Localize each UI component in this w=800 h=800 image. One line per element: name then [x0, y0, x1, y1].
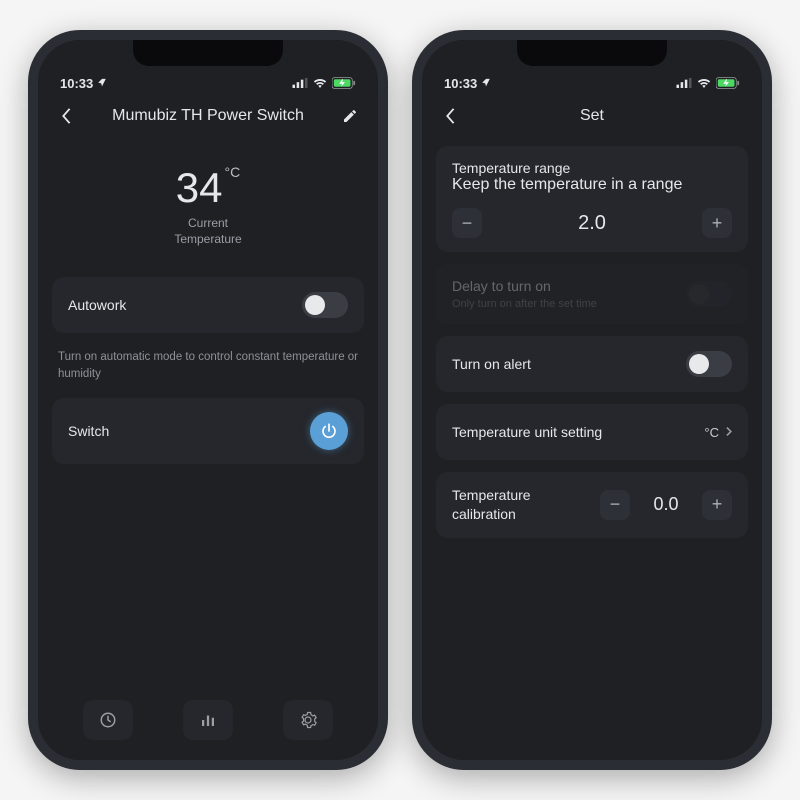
page-title: Mumubiz TH Power Switch	[80, 107, 336, 125]
edit-button[interactable]	[336, 102, 364, 130]
phone-left: 10:33 Mumubiz TH Power	[28, 30, 388, 770]
current-temperature: 34°C Current Temperature	[52, 164, 364, 247]
status-time: 10:33	[60, 76, 93, 91]
battery-icon	[332, 77, 356, 89]
tab-stats[interactable]	[183, 700, 233, 740]
calibration-label: Temperature calibration	[452, 486, 562, 524]
range-plus-button[interactable]: +	[702, 208, 732, 238]
autowork-toggle[interactable]	[302, 292, 348, 318]
notch	[133, 40, 283, 66]
wifi-icon	[313, 76, 327, 91]
tab-clock[interactable]	[83, 700, 133, 740]
delay-toggle	[686, 281, 732, 307]
signal-icon	[292, 78, 308, 88]
unit-setting-card[interactable]: Temperature unit setting °C	[436, 404, 748, 460]
status-bar: 10:33	[38, 72, 378, 94]
temperature-value: 34	[176, 164, 223, 212]
delay-label: Delay to turn on	[452, 278, 686, 294]
delay-card: Delay to turn on Only turn on after the …	[436, 264, 748, 324]
calib-minus-button[interactable]: −	[600, 490, 630, 520]
autowork-row: Autowork	[52, 277, 364, 333]
autowork-description: Turn on automatic mode to control consta…	[52, 345, 364, 398]
location-icon	[481, 78, 491, 88]
switch-label: Switch	[68, 423, 109, 439]
range-value: 2.0	[570, 212, 614, 235]
battery-icon	[716, 77, 740, 89]
calibration-card: Temperature calibration − 0.0 +	[436, 472, 748, 538]
signal-icon	[676, 78, 692, 88]
back-button[interactable]	[52, 102, 80, 130]
alert-toggle[interactable]	[686, 351, 732, 377]
unit-value: °C	[704, 425, 719, 440]
switch-row: Switch	[52, 398, 364, 464]
phone-right: 10:33 Set	[412, 30, 772, 770]
temperature-unit: °C	[225, 164, 241, 180]
status-time: 10:33	[444, 76, 477, 91]
power-button[interactable]	[310, 412, 348, 450]
header: Set	[422, 94, 762, 138]
back-button[interactable]	[436, 102, 464, 130]
location-icon	[97, 78, 107, 88]
wifi-icon	[697, 76, 711, 91]
alert-label: Turn on alert	[452, 356, 531, 372]
calib-plus-button[interactable]: +	[702, 490, 732, 520]
calibration-value: 0.0	[644, 494, 688, 515]
alert-card: Turn on alert	[436, 336, 748, 392]
temperature-range-card: Temperature range Keep the temperature i…	[436, 146, 748, 252]
range-label: Temperature range	[452, 160, 732, 176]
range-sublabel: Keep the temperature in a range	[452, 176, 732, 194]
autowork-label: Autowork	[68, 297, 126, 313]
notch	[517, 40, 667, 66]
header-spacer	[720, 102, 748, 130]
unit-label: Temperature unit setting	[452, 424, 602, 440]
header: Mumubiz TH Power Switch	[38, 94, 378, 138]
status-bar: 10:33	[422, 72, 762, 94]
page-title: Set	[464, 107, 720, 125]
delay-sublabel: Only turn on after the set time	[452, 298, 686, 310]
chevron-right-icon	[725, 425, 732, 440]
tab-bar	[38, 694, 378, 760]
range-minus-button[interactable]: −	[452, 208, 482, 238]
tab-settings[interactable]	[283, 700, 333, 740]
